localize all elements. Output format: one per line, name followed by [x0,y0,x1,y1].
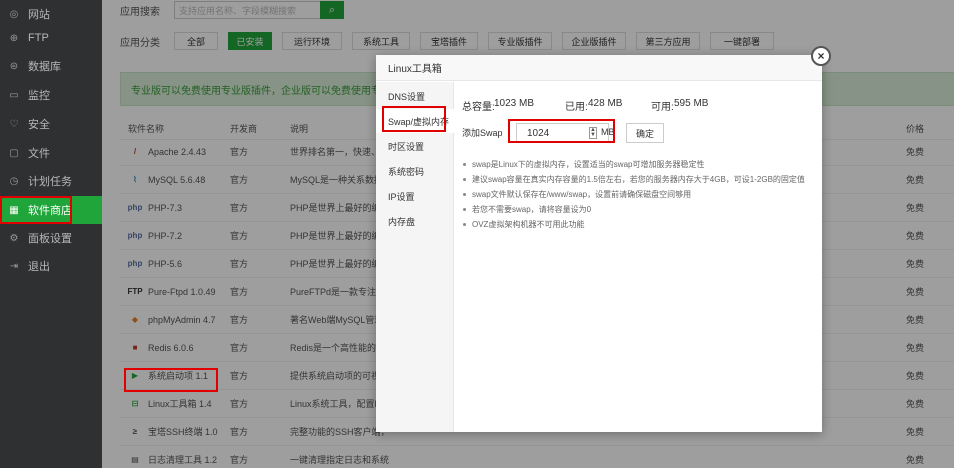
used-value: 428 MB [588,98,623,109]
used-label: 已用: [565,102,588,113]
swap-row: 添加Swap 1024 ▲ ▼ MB 确定 [462,123,812,143]
tip-item: 建议swap容量在真实内存容量的1.5倍左右，若您的服务器内存大于4GB，可设1… [462,172,812,187]
sidebar-item-label: 安全 [28,119,50,131]
sidebar: ◎ 网站 ⊕ FTP ⊜ 数据库 ▭ 监控 ♡ 安全 ▢ 文件 ◷ 计划任务 ▦ 软件商店 ⚙ 面板设置 ⇥ 退出 [0,0,102,468]
sidebar-item[interactable]: ⚙ 面板设置 [0,224,102,252]
sidebar-item-label: 监控 [28,90,50,102]
tip-item: OVZ虚拟架构机器不可用此功能 [462,217,812,232]
sidebar-item-label: 网站 [28,9,50,21]
tip-item: 若您不需要swap，请将容量设为0 [462,202,812,217]
dialog-nav-item[interactable]: Swap/虚拟内存 [376,109,454,133]
spinner-icon[interactable]: ▲ ▼ [589,127,597,139]
tip-item: swap是Linux下的虚拟内存，设置适当的swap可增加服务器稳定性 [462,157,812,172]
linux-toolbox-dialog: Linux工具箱 DNS设置 Swap/虚拟内存 时区设置 系统密码 IP设置 内存盘 总… [376,55,822,432]
confirm-button[interactable]: 确定 [626,123,664,143]
dialog-nav-item[interactable]: 时区设置 [376,134,454,158]
sidebar-item[interactable]: ⇥ 退出 [0,252,102,280]
sidebar-item-label: FTP [28,32,49,44]
total-label: 总容量: [462,102,495,113]
sidebar-item[interactable]: ⊕ FTP [0,24,102,52]
dialog-nav-item[interactable]: DNS设置 [376,84,454,108]
sidebar-item-label: 面板设置 [28,233,72,245]
settings-icon: ⚙ [9,232,19,244]
swap-unit: MB [601,127,615,137]
globe-icon: ◎ [9,8,19,20]
sidebar-item[interactable]: ⊜ 数据库 [0,52,102,80]
sidebar-item[interactable]: ▦ 软件商店 [0,196,102,224]
dialog-nav: DNS设置 Swap/虚拟内存 时区设置 系统密码 IP设置 内存盘 [376,82,454,432]
sidebar-item[interactable]: ▭ 监控 [0,81,102,109]
swap-label: 添加Swap [462,128,503,138]
sidebar-item-label: 数据库 [28,61,61,73]
folder-icon: ▢ [9,147,19,159]
swap-stats: 总容量: 1023 MB 已用: 428 MB 可用: 595 MB [462,98,812,113]
sidebar-item-label: 退出 [28,261,50,273]
shield-icon: ♡ [9,118,19,130]
dialog-nav-item[interactable]: IP设置 [376,184,454,208]
clock-icon: ◷ [9,175,19,187]
sidebar-item[interactable]: ◷ 计划任务 [0,167,102,195]
dialog-title: Linux工具箱 [376,55,822,81]
sidebar-item[interactable]: ♡ 安全 [0,110,102,138]
monitor-icon: ▭ [9,89,19,101]
sidebar-item-label: 文件 [28,148,50,160]
sidebar-item-label: 软件商店 [28,205,72,217]
logout-icon: ⇥ [9,260,19,272]
dialog-body: 总容量: 1023 MB 已用: 428 MB 可用: 595 MB 添加Swa… [462,82,818,422]
grid-icon: ▦ [9,204,19,216]
database-icon: ⊜ [9,60,19,72]
dialog-nav-item[interactable]: 内存盘 [376,209,454,233]
swap-tips: swap是Linux下的虚拟内存，设置适当的swap可增加服务器稳定性 建议swa… [462,157,812,232]
close-icon[interactable]: × [811,46,831,66]
sidebar-item-label: 计划任务 [28,176,72,188]
tip-item: swap文件默认保存在/www/swap，设置前请确保磁盘空间够用 [462,187,812,202]
total-value: 1023 MB [494,98,535,109]
dialog-nav-item[interactable]: 系统密码 [376,159,454,183]
swap-size-input[interactable]: 1024 ▲ ▼ MB [516,123,615,143]
free-label: 可用: [651,102,674,113]
ftp-icon: ⊕ [9,32,19,44]
sidebar-item[interactable]: ▢ 文件 [0,139,102,167]
free-value: 595 MB [674,98,709,109]
swap-size-value: 1024 [527,127,550,139]
